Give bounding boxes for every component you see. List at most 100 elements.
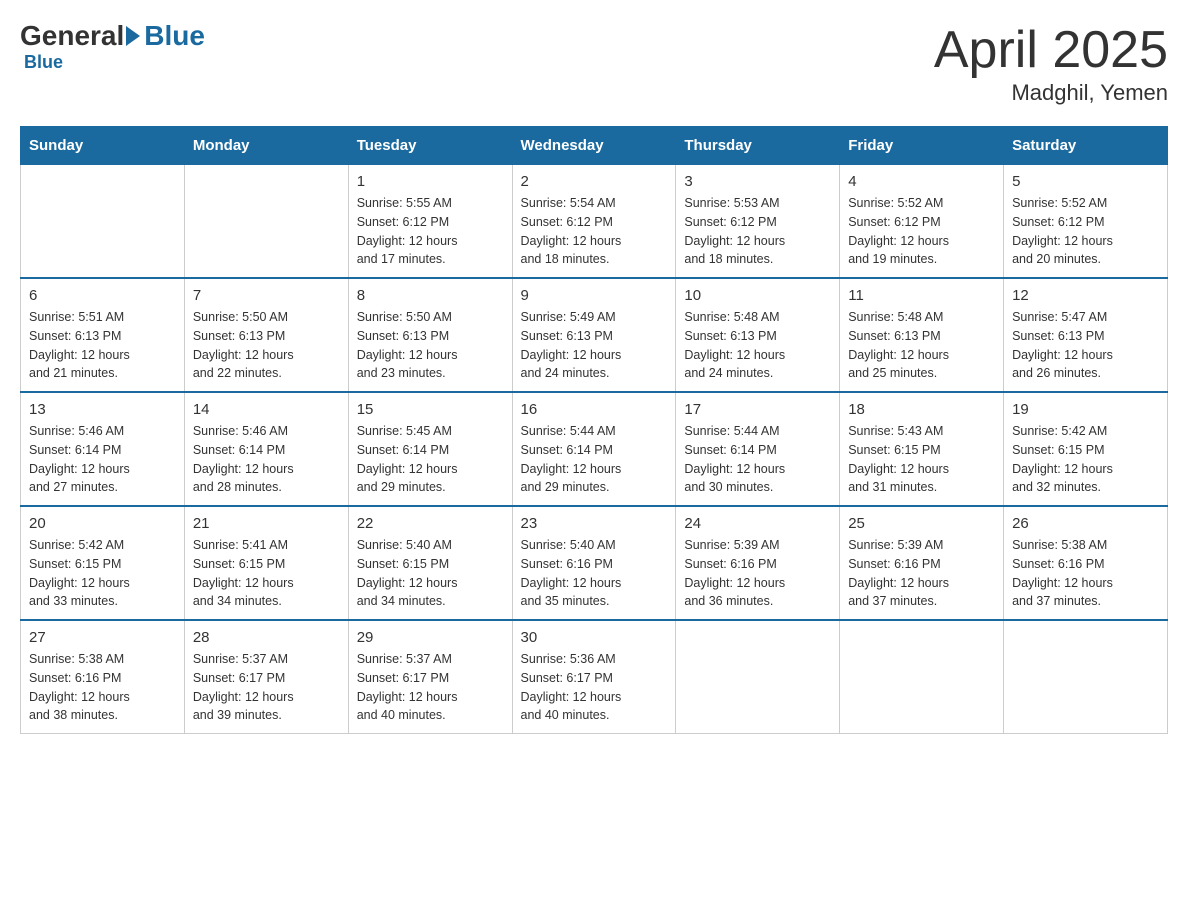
day-info: Sunrise: 5:50 AM Sunset: 6:13 PM Dayligh… — [357, 308, 504, 383]
calendar-cell: 18 Sunrise: 5:43 AM Sunset: 6:15 PM Dayli… — [840, 392, 1004, 506]
day-info: Sunrise: 5:45 AM Sunset: 6:14 PM Dayligh… — [357, 422, 504, 497]
calendar-cell: 27Sunrise: 5:38 AM Sunset: 6:16 PM Dayli… — [21, 620, 185, 734]
day-info: Sunrise: 5:50 AM Sunset: 6:13 PM Dayligh… — [193, 308, 340, 383]
day-number: 23 — [521, 515, 668, 532]
page-header: General Blue Blue April 2025 Madghil, Ye… — [20, 20, 1168, 106]
day-info: Sunrise: 5:54 AM Sunset: 6:12 PM Dayligh… — [521, 194, 668, 269]
calendar-week-row: 20 Sunrise: 5:42 AM Sunset: 6:15 PM Dayli… — [21, 506, 1168, 620]
day-info: Sunrise: 5:40 AM Sunset: 6:16 PM Dayligh… — [521, 536, 668, 611]
day-number: 4 — [848, 173, 995, 190]
logo: General Blue Blue — [20, 20, 205, 73]
day-number: 8 — [357, 287, 504, 304]
calendar-cell: 8 Sunrise: 5:50 AM Sunset: 6:13 PM Daylig… — [348, 278, 512, 392]
calendar-header-tuesday: Tuesday — [348, 127, 512, 165]
day-info: Sunrise: 5:52 AM Sunset: 6:12 PM Dayligh… — [1012, 194, 1159, 269]
day-info: Sunrise: 5:51 AM Sunset: 6:13 PM Dayligh… — [29, 308, 176, 383]
calendar-cell — [21, 165, 185, 279]
calendar-cell: 9 Sunrise: 5:49 AM Sunset: 6:13 PM Daylig… — [512, 278, 676, 392]
logo-line2: Blue — [24, 52, 63, 73]
calendar-cell: 15 Sunrise: 5:45 AM Sunset: 6:14 PM Dayli… — [348, 392, 512, 506]
calendar-cell: 16 Sunrise: 5:44 AM Sunset: 6:14 PM Dayli… — [512, 392, 676, 506]
calendar-week-row: 6 Sunrise: 5:51 AM Sunset: 6:13 PM Daylig… — [21, 278, 1168, 392]
day-info: Sunrise: 5:38 AM Sunset: 6:16 PM Dayligh… — [29, 650, 176, 725]
calendar-cell: 17 Sunrise: 5:44 AM Sunset: 6:14 PM Dayli… — [676, 392, 840, 506]
calendar-cell: 22 Sunrise: 5:40 AM Sunset: 6:15 PM Dayli… — [348, 506, 512, 620]
calendar-cell: 5 Sunrise: 5:52 AM Sunset: 6:12 PM Daylig… — [1004, 165, 1168, 279]
day-info: Sunrise: 5:36 AM Sunset: 6:17 PM Dayligh… — [521, 650, 668, 725]
day-number: 3 — [684, 173, 831, 190]
day-info: Sunrise: 5:52 AM Sunset: 6:12 PM Dayligh… — [848, 194, 995, 269]
day-number: 11 — [848, 287, 995, 304]
calendar-cell: 13 Sunrise: 5:46 AM Sunset: 6:14 PM Dayli… — [21, 392, 185, 506]
day-info: Sunrise: 5:39 AM Sunset: 6:16 PM Dayligh… — [684, 536, 831, 611]
day-info: Sunrise: 5:37 AM Sunset: 6:17 PM Dayligh… — [193, 650, 340, 725]
calendar-header-saturday: Saturday — [1004, 127, 1168, 165]
logo-blue-text: Blue — [144, 20, 205, 52]
day-number: 25 — [848, 515, 995, 532]
calendar-cell: 12 Sunrise: 5:47 AM Sunset: 6:13 PM Dayli… — [1004, 278, 1168, 392]
day-info: Sunrise: 5:43 AM Sunset: 6:15 PM Dayligh… — [848, 422, 995, 497]
calendar-cell: 30 Sunrise: 5:36 AM Sunset: 6:17 PM Dayli… — [512, 620, 676, 734]
calendar-cell: 14Sunrise: 5:46 AM Sunset: 6:14 PM Dayli… — [184, 392, 348, 506]
day-number: 10 — [684, 287, 831, 304]
calendar-cell — [184, 165, 348, 279]
calendar-cell: 20 Sunrise: 5:42 AM Sunset: 6:15 PM Dayli… — [21, 506, 185, 620]
title-block: April 2025 Madghil, Yemen — [934, 20, 1168, 106]
calendar-week-row: 13 Sunrise: 5:46 AM Sunset: 6:14 PM Dayli… — [21, 392, 1168, 506]
calendar-header-monday: Monday — [184, 127, 348, 165]
day-number: 29 — [357, 629, 504, 646]
day-info: Sunrise: 5:38 AM Sunset: 6:16 PM Dayligh… — [1012, 536, 1159, 611]
calendar-cell: 21Sunrise: 5:41 AM Sunset: 6:15 PM Dayli… — [184, 506, 348, 620]
day-info: Sunrise: 5:44 AM Sunset: 6:14 PM Dayligh… — [684, 422, 831, 497]
logo-arrow-icon — [126, 26, 140, 46]
day-info: Sunrise: 5:47 AM Sunset: 6:13 PM Dayligh… — [1012, 308, 1159, 383]
day-number: 26 — [1012, 515, 1159, 532]
day-number: 14 — [193, 401, 340, 418]
day-info: Sunrise: 5:39 AM Sunset: 6:16 PM Dayligh… — [848, 536, 995, 611]
calendar-header-friday: Friday — [840, 127, 1004, 165]
day-number: 24 — [684, 515, 831, 532]
day-info: Sunrise: 5:42 AM Sunset: 6:15 PM Dayligh… — [1012, 422, 1159, 497]
day-number: 16 — [521, 401, 668, 418]
day-number: 2 — [521, 173, 668, 190]
calendar-table: SundayMondayTuesdayWednesdayThursdayFrid… — [20, 126, 1168, 734]
calendar-cell: 19 Sunrise: 5:42 AM Sunset: 6:15 PM Dayli… — [1004, 392, 1168, 506]
calendar-cell: 1Sunrise: 5:55 AM Sunset: 6:12 PM Daylig… — [348, 165, 512, 279]
day-info: Sunrise: 5:48 AM Sunset: 6:13 PM Dayligh… — [848, 308, 995, 383]
day-info: Sunrise: 5:46 AM Sunset: 6:14 PM Dayligh… — [29, 422, 176, 497]
calendar-week-row: 27Sunrise: 5:38 AM Sunset: 6:16 PM Dayli… — [21, 620, 1168, 734]
day-info: Sunrise: 5:48 AM Sunset: 6:13 PM Dayligh… — [684, 308, 831, 383]
calendar-cell: 2 Sunrise: 5:54 AM Sunset: 6:12 PM Daylig… — [512, 165, 676, 279]
calendar-week-row: 1Sunrise: 5:55 AM Sunset: 6:12 PM Daylig… — [21, 165, 1168, 279]
calendar-cell: 25 Sunrise: 5:39 AM Sunset: 6:16 PM Dayli… — [840, 506, 1004, 620]
day-number: 9 — [521, 287, 668, 304]
day-number: 6 — [29, 287, 176, 304]
calendar-cell: 26 Sunrise: 5:38 AM Sunset: 6:16 PM Dayli… — [1004, 506, 1168, 620]
day-info: Sunrise: 5:40 AM Sunset: 6:15 PM Dayligh… — [357, 536, 504, 611]
day-number: 15 — [357, 401, 504, 418]
day-number: 12 — [1012, 287, 1159, 304]
day-number: 18 — [848, 401, 995, 418]
day-number: 22 — [357, 515, 504, 532]
calendar-cell — [676, 620, 840, 734]
day-number: 20 — [29, 515, 176, 532]
calendar-header-row: SundayMondayTuesdayWednesdayThursdayFrid… — [21, 127, 1168, 165]
day-info: Sunrise: 5:42 AM Sunset: 6:15 PM Dayligh… — [29, 536, 176, 611]
calendar-cell: 23 Sunrise: 5:40 AM Sunset: 6:16 PM Dayli… — [512, 506, 676, 620]
day-number: 21 — [193, 515, 340, 532]
day-number: 13 — [29, 401, 176, 418]
calendar-cell: 24 Sunrise: 5:39 AM Sunset: 6:16 PM Dayli… — [676, 506, 840, 620]
calendar-header-wednesday: Wednesday — [512, 127, 676, 165]
day-info: Sunrise: 5:37 AM Sunset: 6:17 PM Dayligh… — [357, 650, 504, 725]
calendar-cell: 10 Sunrise: 5:48 AM Sunset: 6:13 PM Dayli… — [676, 278, 840, 392]
day-number: 30 — [521, 629, 668, 646]
day-number: 5 — [1012, 173, 1159, 190]
calendar-cell: 29 Sunrise: 5:37 AM Sunset: 6:17 PM Dayli… — [348, 620, 512, 734]
calendar-cell: 4 Sunrise: 5:52 AM Sunset: 6:12 PM Daylig… — [840, 165, 1004, 279]
logo-general-text: General — [20, 20, 124, 52]
day-info: Sunrise: 5:49 AM Sunset: 6:13 PM Dayligh… — [521, 308, 668, 383]
day-number: 19 — [1012, 401, 1159, 418]
day-info: Sunrise: 5:44 AM Sunset: 6:14 PM Dayligh… — [521, 422, 668, 497]
calendar-cell — [1004, 620, 1168, 734]
day-number: 17 — [684, 401, 831, 418]
